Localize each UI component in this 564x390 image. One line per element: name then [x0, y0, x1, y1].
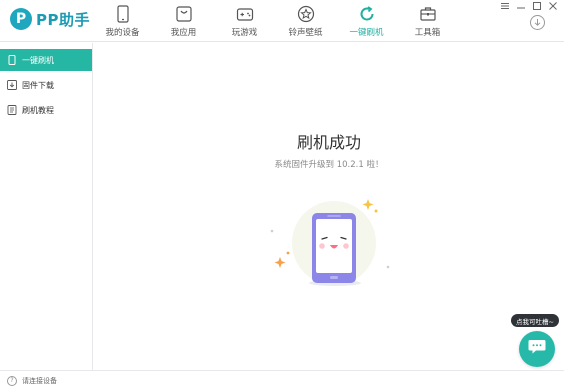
nav-label: 我应用 — [170, 28, 197, 38]
minimize-icon[interactable] — [516, 1, 526, 11]
success-illustration — [264, 193, 404, 298]
app-logo: P PP助手 — [10, 7, 90, 31]
nav-my-device[interactable]: 我的设备 — [92, 0, 153, 42]
phone-icon — [7, 55, 17, 65]
sidebar-item-flash-tutorial[interactable]: 刷机教程 — [0, 99, 92, 121]
app-name: PP助手 — [36, 10, 90, 29]
window-controls — [500, 1, 558, 11]
logo-mark: P — [10, 8, 32, 30]
nav-ringtones-wallpapers[interactable]: 铃声壁纸 — [275, 0, 336, 42]
nav-toolbox[interactable]: 工具箱 — [397, 0, 458, 42]
nav-flash[interactable]: 一键刷机 — [336, 0, 397, 42]
book-icon — [7, 105, 17, 115]
nav-my-apps[interactable]: 我应用 — [153, 0, 214, 42]
close-icon[interactable] — [548, 1, 558, 11]
sidebar: 一键刷机 固件下载 刷机教程 — [0, 43, 93, 370]
bag-icon — [175, 5, 193, 23]
download-icon — [7, 80, 17, 90]
chat-button[interactable] — [519, 331, 555, 367]
star-icon — [297, 5, 315, 23]
sidebar-item-label: 固件下载 — [22, 80, 54, 90]
toolbox-icon — [419, 5, 437, 23]
maximize-icon[interactable] — [532, 1, 542, 11]
chat-bubble-icon — [528, 339, 546, 359]
phone-icon — [114, 5, 132, 23]
status-text: 请连接设备 — [22, 376, 57, 385]
main-nav: 我的设备 我应用 玩游戏 铃声壁纸 一键刷机 工具箱 — [92, 0, 458, 42]
chat-tooltip: 点我可吐槽~ — [511, 314, 559, 327]
sidebar-item-label: 一键刷机 — [22, 55, 54, 65]
nav-label: 我的设备 — [105, 28, 140, 38]
nav-label: 一键刷机 — [349, 28, 384, 38]
nav-label: 工具箱 — [414, 28, 441, 38]
page-subtitle: 系统固件升级到 10.2.1 啦！ — [274, 160, 384, 170]
main-content: 刷机成功 系统固件升级到 10.2.1 啦！ — [94, 43, 564, 370]
menu-icon[interactable] — [500, 1, 510, 11]
nav-label: 玩游戏 — [231, 28, 258, 38]
sidebar-item-firmware-download[interactable]: 固件下载 — [0, 74, 92, 96]
nav-games[interactable]: 玩游戏 — [214, 0, 275, 42]
nav-label: 铃声壁纸 — [288, 28, 323, 38]
sidebar-item-label: 刷机教程 — [22, 105, 54, 115]
help-icon: ? — [7, 375, 17, 386]
gamepad-icon — [236, 5, 254, 23]
sidebar-item-one-click-flash[interactable]: 一键刷机 — [0, 49, 92, 71]
download-icon[interactable] — [530, 15, 545, 30]
refresh-icon — [358, 5, 376, 23]
top-bar: P PP助手 我的设备 我应用 玩游戏 铃声壁纸 一键刷机 工具箱 — [0, 0, 564, 42]
page-title: 刷机成功 — [296, 133, 361, 152]
status-bar: ? 请连接设备 — [0, 370, 564, 390]
